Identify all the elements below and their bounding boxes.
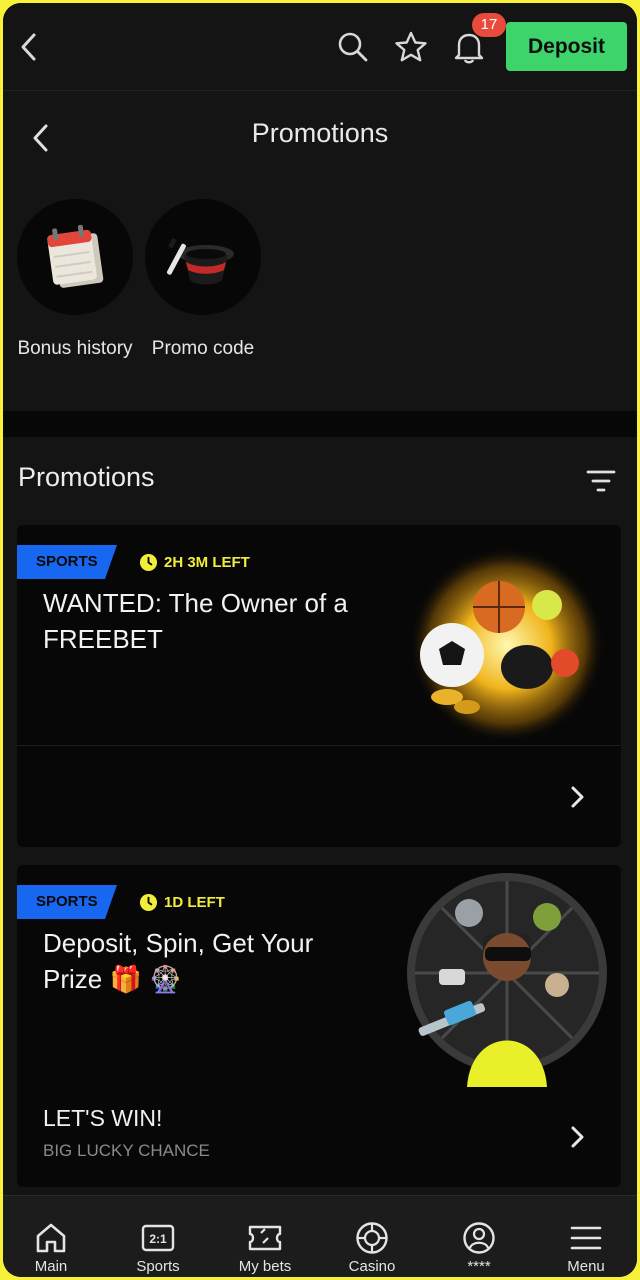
time-left-text: 1D LEFT — [164, 894, 225, 911]
card-separator — [17, 745, 621, 746]
sports-tag: SPORTS — [17, 885, 117, 919]
prize-wheel-illustration — [387, 865, 607, 1087]
clock-icon — [139, 893, 158, 912]
page-header: Promotions — [3, 92, 637, 182]
magic-hat-icon — [145, 199, 261, 315]
promotion-title: WANTED: The Owner of a FREEBET — [43, 588, 348, 654]
nav-casino[interactable]: Casino — [322, 1196, 422, 1277]
nav-main-label: Main — [34, 1258, 68, 1275]
bonus-history-link[interactable]: Bonus history — [15, 199, 135, 365]
filter-icon[interactable] — [579, 459, 623, 503]
bottom-navigation: Main 2:1 Sports My bets Casino **** Menu — [3, 1195, 637, 1277]
deposit-button[interactable]: Deposit — [506, 22, 627, 71]
menu-icon — [566, 1220, 606, 1256]
section-title: Promotions — [18, 462, 155, 492]
back-icon[interactable] — [9, 25, 49, 69]
time-left: 1D LEFT — [139, 893, 225, 912]
svg-text:2:1: 2:1 — [149, 1232, 167, 1246]
chevron-right-icon[interactable] — [557, 1117, 597, 1157]
calendar-icon — [17, 199, 133, 315]
sports-balls-illustration — [407, 545, 607, 745]
nav-my-bets-label: My bets — [238, 1258, 292, 1275]
chevron-right-icon[interactable] — [557, 777, 597, 817]
promotion-title: Deposit, Spin, Get Your Prize 🎁 🎡 — [43, 928, 314, 994]
promotion-subtitle: LET'S WIN! — [43, 1105, 163, 1131]
nav-menu[interactable]: Menu — [536, 1196, 636, 1277]
home-icon — [31, 1220, 71, 1256]
nav-sports-label: Sports — [136, 1258, 180, 1275]
notification-count-badge: 17 — [472, 13, 506, 37]
promotion-caption: BIG LUCKY CHANCE — [43, 1141, 210, 1160]
sports-icon: 2:1 — [138, 1220, 178, 1256]
nav-main[interactable]: Main — [3, 1196, 101, 1277]
top-bar: 17 Deposit — [3, 3, 637, 91]
promo-code-link[interactable]: Promo code — [143, 199, 263, 365]
time-left: 2H 3M LEFT — [139, 553, 250, 572]
clock-icon — [139, 553, 158, 572]
bonus-history-label: Bonus history — [17, 338, 133, 359]
app-frame: 17 Deposit Promotions Bonus history Prom… — [3, 3, 637, 1277]
profile-icon — [459, 1220, 499, 1256]
nav-menu-label: Menu — [567, 1258, 605, 1275]
nav-sports[interactable]: 2:1 Sports — [108, 1196, 208, 1277]
nav-casino-label: Casino — [348, 1258, 396, 1275]
favorites-star-icon[interactable] — [389, 25, 433, 69]
promo-code-label: Promo code — [151, 338, 255, 359]
nav-my-bets[interactable]: My bets — [215, 1196, 315, 1277]
section-divider — [3, 411, 637, 437]
nav-profile[interactable]: **** — [429, 1196, 529, 1277]
sports-tag: SPORTS — [17, 545, 117, 579]
promotion-card[interactable]: SPORTS 1D LEFT Deposit, Spin, Get Your P… — [17, 865, 621, 1187]
nav-profile-label: **** — [467, 1258, 491, 1275]
time-left-text: 2H 3M LEFT — [164, 554, 250, 571]
search-icon[interactable] — [331, 25, 375, 69]
page-title: Promotions — [251, 118, 389, 148]
casino-chip-icon — [352, 1220, 392, 1256]
promotion-card[interactable]: SPORTS 2H 3M LEFT WANTED: The Owner of a… — [17, 525, 621, 847]
ticket-icon — [245, 1220, 285, 1256]
